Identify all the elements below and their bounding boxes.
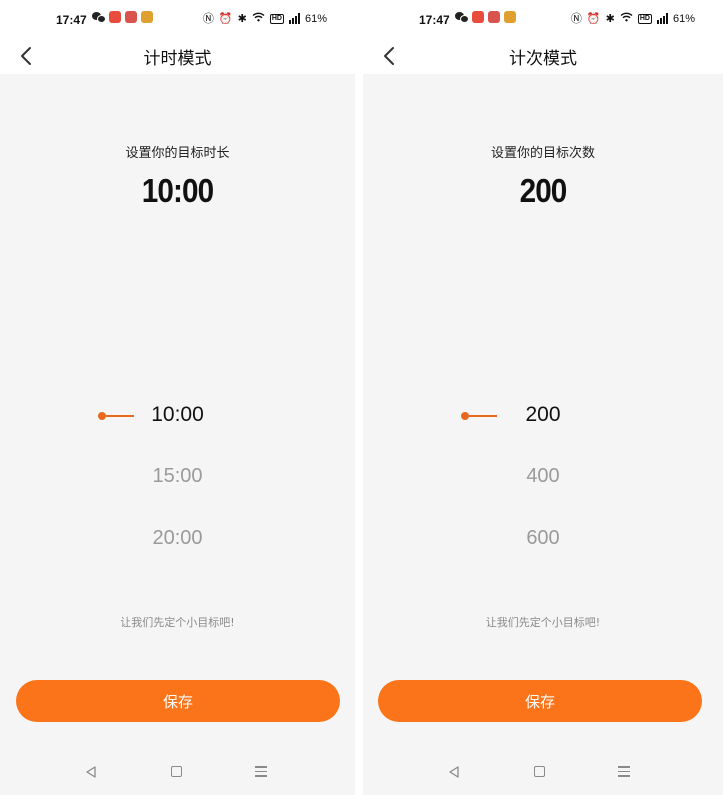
target-prompt: 设置你的目标次数 [490,146,595,161]
status-bar: 17:47 Ⓝ ⏰ ✱ HD 61% [0,0,355,40]
page-title: 计次模式 [509,49,577,69]
app-notification-icon [504,11,516,23]
alarm-icon: ⏰ [586,12,601,25]
alarm-icon: ⏰ [218,12,233,25]
save-button[interactable]: 保存 [378,680,702,722]
picker-option[interactable]: 15:00 [0,465,355,488]
wifi-icon [620,12,633,25]
wechat-icon [455,12,469,23]
bluetooth-icon: ✱ [605,12,615,25]
triangle-back-icon[interactable] [85,766,97,778]
target-value: 10:00 [141,172,214,209]
nfc-icon: Ⓝ [570,12,582,25]
signal-icon [288,13,300,24]
screenshot-canvas: 17:47 Ⓝ ⏰ ✱ HD 61% 计时模式 设置你的目标时长 10:00 1… [0,0,723,795]
picker-option[interactable]: 20:00 [0,527,355,550]
system-status-icons: Ⓝ ⏰ ✱ HD 61% [203,12,327,25]
status-bar: 17:47 Ⓝ ⏰ ✱ HD 61% [363,0,723,40]
battery-percent: 61% [304,12,327,25]
app-notification-icon [125,11,137,23]
signal-icon [656,13,668,24]
wifi-icon [252,12,265,25]
notification-icons [455,11,516,23]
nav-bar: 计次模式 [363,40,723,74]
picker-option[interactable]: 600 [363,527,723,550]
nfc-icon: Ⓝ [202,12,214,25]
bluetooth-icon: ✱ [237,12,247,25]
hd-badge: HD [269,13,284,24]
app-notification-icon [109,11,121,23]
value-picker[interactable]: 10:00 15:00 20:00 [0,395,355,565]
value-picker[interactable]: 200 400 600 [363,395,723,565]
menu-lines-icon[interactable] [618,766,630,780]
status-time: 17:47 [419,13,450,27]
wechat-icon [92,12,106,23]
app-notification-icon [488,11,500,23]
system-nav-bar [0,752,355,795]
battery-percent: 61% [672,12,695,25]
timer-mode-screen: 17:47 Ⓝ ⏰ ✱ HD 61% 计时模式 设置你的目标时长 10:00 1… [0,0,355,795]
triangle-back-icon[interactable] [448,766,460,778]
target-value: 200 [519,172,568,209]
square-home-icon[interactable] [534,766,545,777]
system-status-icons: Ⓝ ⏰ ✱ HD 61% [571,12,695,25]
nav-bar: 计时模式 [0,40,355,74]
picker-option[interactable]: 10:00 [0,403,355,427]
square-home-icon[interactable] [171,766,182,777]
app-notification-icon [141,11,153,23]
hd-badge: HD [637,13,652,24]
encourage-text: 让我们先定个小目标吧! [485,616,601,629]
save-button[interactable]: 保存 [16,680,340,722]
count-mode-screen: 17:47 Ⓝ ⏰ ✱ HD 61% 计次模式 设置你的目标次数 200 200… [363,0,723,795]
picker-option[interactable]: 400 [363,465,723,488]
page-title: 计时模式 [143,49,212,69]
encourage-text: 让我们先定个小目标吧! [120,616,235,629]
notification-icons [92,11,153,23]
system-nav-bar [363,752,723,795]
menu-lines-icon[interactable] [255,766,267,780]
app-notification-icon [472,11,484,23]
status-time: 17:47 [56,13,87,27]
picker-option[interactable]: 200 [363,403,723,427]
target-prompt: 设置你的目标时长 [125,146,230,161]
